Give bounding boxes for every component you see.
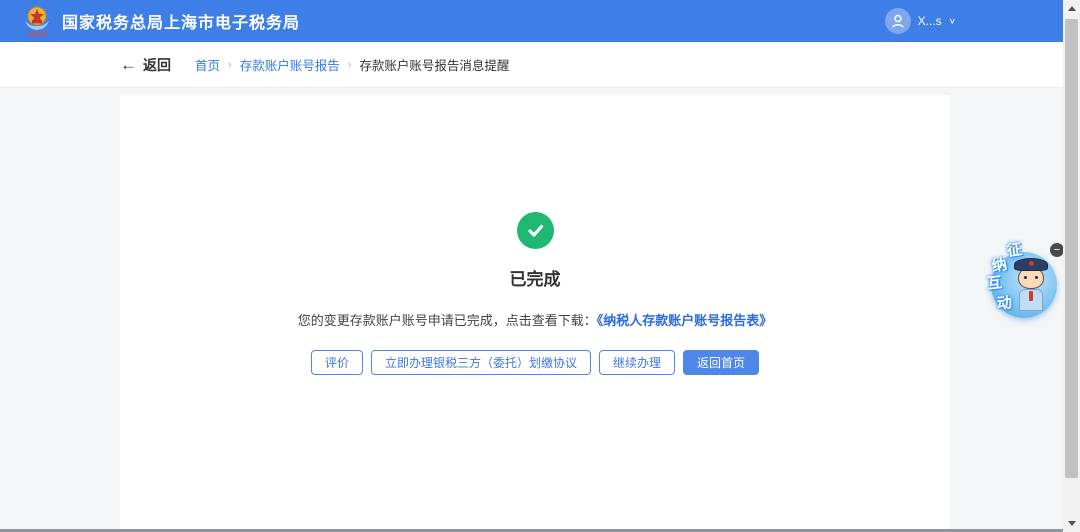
tax-bureau-logo-icon: 中国税务 [25,6,49,37]
vertical-scrollbar[interactable] [1063,0,1080,532]
back-arrow-icon: ← [120,55,137,74]
scrollbar-thumb[interactable] [1065,19,1078,478]
assistant-char: 纳 [990,255,1009,276]
chevron-down-icon[interactable]: ∨ [949,17,956,26]
person-icon [891,14,904,28]
message-text: 您的变更存款账户账号申请已完成，点击查看下载： [297,313,597,328]
scroll-down-arrow[interactable] [1063,515,1080,532]
user-name[interactable]: X...s [918,14,942,28]
download-report-link[interactable]: 《纳税人存款账户账号报告表》 [597,313,773,328]
result-card: 已完成 您的变更存款账户账号申请已完成，点击查看下载：《纳税人存款账户账号报告表… [120,95,950,532]
breadcrumb-home[interactable]: 首页 [195,55,220,74]
tripartite-agreement-button[interactable]: 立即办理银税三方（委托）划缴协议 [370,350,591,375]
success-check-icon [516,212,554,249]
page-title: 国家税务总局上海市电子税务局 [62,15,301,32]
back-label: 返回 [143,56,171,73]
breadcrumb-separator: › [228,58,232,71]
return-home-button[interactable]: 返回首页 [683,350,760,375]
collapse-widget-button[interactable]: − [1050,243,1064,257]
assistant-char: 征 [1005,241,1024,260]
breadcrumb-current: 存款账户账号报告消息提醒 [359,59,510,73]
result-message: 您的变更存款账户账号申请已完成，点击查看下载：《纳税人存款账户账号报告表》 [298,310,773,329]
continue-button[interactable]: 继续办理 [599,350,676,375]
main-area: 已完成 您的变更存款账户账号申请已完成，点击查看下载：《纳税人存款账户账号报告表… [0,88,1080,532]
breadcrumb: 首页 › 存款账户账号报告 › 存款账户账号报告消息提醒 [195,55,509,74]
user-avatar[interactable] [884,8,911,34]
evaluate-button[interactable]: 评价 [310,350,363,375]
action-buttons: 评价 立即办理银税三方（委托）划缴协议 继续办理 返回首页 [310,350,760,375]
scroll-up-arrow[interactable] [1063,0,1080,17]
back-button[interactable]: ← 返回 [120,55,171,75]
assistant-char: 互 [986,274,1003,293]
status-title: 已完成 [509,270,561,289]
breadcrumb-separator: › [347,58,352,71]
assistant-char: 动 [996,294,1013,313]
breadcrumb-report[interactable]: 存款账户账号报告 [240,55,340,74]
breadcrumb-bar: ← 返回 首页 › 存款账户账号报告 › 存款账户账号报告消息提醒 [0,42,1080,88]
app-header: 中国税务 国家税务总局上海市电子税务局 X...s ∨ [0,0,1080,42]
svg-text:中国税务: 中国税务 [26,30,49,37]
user-menu[interactable]: X...s ∨ [884,8,956,34]
